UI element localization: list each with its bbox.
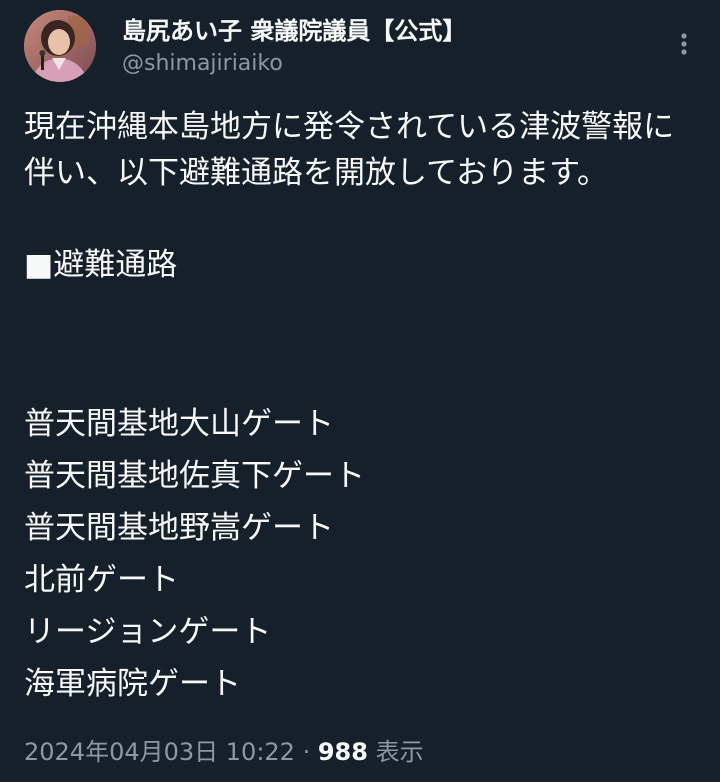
profile-photo-icon <box>24 10 96 82</box>
more-vertical-icon <box>681 33 687 55</box>
avatar[interactable] <box>24 10 96 82</box>
route-item: 海軍病院ゲート <box>24 666 241 702</box>
route-item: リージョンゲート <box>24 614 272 650</box>
author-handle[interactable]: @shimajiriaiko <box>122 50 283 78</box>
views-count[interactable]: 988 <box>318 738 368 766</box>
route-heading: ■避難通路 <box>24 247 178 283</box>
display-name[interactable]: 島尻あい子 衆議院議員【公式】 <box>122 16 466 46</box>
route-item: 普天間基地野嵩ゲート <box>24 510 334 546</box>
route-list: 普天間基地大山ゲート 普天間基地佐真下ゲート 普天間基地野嵩ゲート 北前ゲート … <box>24 398 696 710</box>
tweet-paragraph: 現在沖縄本島地方に発令されている津波警報に伴い、以下避難通路を開放しております。 <box>24 109 675 191</box>
tweet-meta: 2024年04月03日 10:22 · 988 表示 <box>24 736 424 768</box>
route-item: 北前ゲート <box>24 562 179 598</box>
meta-separator: · <box>294 738 318 766</box>
tweet-header: 島尻あい子 衆議院議員【公式】 @shimajiriaiko <box>24 10 704 86</box>
more-options-button[interactable] <box>670 24 698 64</box>
route-item: 普天間基地佐真下ゲート <box>24 458 365 494</box>
views-label: 表示 <box>367 738 424 766</box>
timestamp[interactable]: 2024年04月03日 10:22 <box>24 738 295 766</box>
tweet-body: 現在沖縄本島地方に発令されている津波警報に伴い、以下避難通路を開放しております。… <box>24 104 696 288</box>
route-item: 普天間基地大山ゲート <box>24 406 334 442</box>
tweet-card: 島尻あい子 衆議院議員【公式】 @shimajiriaiko 現在沖縄本島地方に… <box>0 0 720 782</box>
